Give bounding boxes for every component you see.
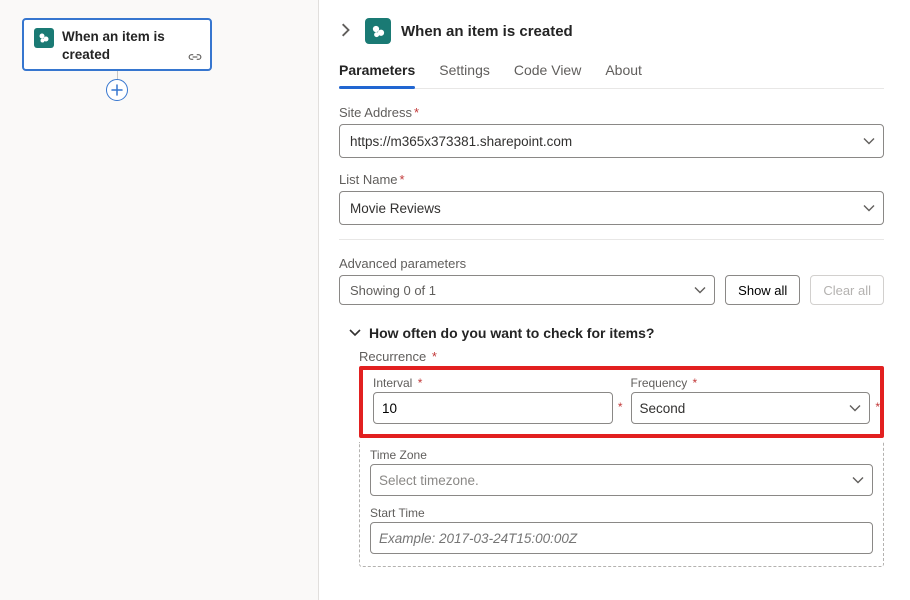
interval-input[interactable] [373,392,613,424]
tab-parameters[interactable]: Parameters [339,62,415,88]
advanced-label: Advanced parameters [339,256,884,271]
show-all-button[interactable]: Show all [725,275,800,305]
tab-about[interactable]: About [605,62,642,88]
advanced-params-select[interactable]: Showing 0 of 1 [339,275,715,305]
list-name-select[interactable]: Movie Reviews [339,191,884,225]
trigger-card[interactable]: When an item is created [22,18,212,71]
site-address-select[interactable]: https://m365x373381.sharepoint.com [339,124,884,158]
panel-title: When an item is created [401,23,573,40]
frequency-select[interactable]: Second [631,392,871,424]
list-name-label: List Name* [339,172,884,187]
frequency-value: Second [640,401,686,416]
panel-tabs: Parameters Settings Code View About [339,62,884,89]
link-icon [188,50,202,65]
add-step-button[interactable] [106,79,128,101]
chevron-down-icon [694,283,706,298]
site-address-label: Site Address* [339,105,884,120]
chevron-down-icon [863,201,875,216]
chevron-down-icon [863,134,875,149]
starttime-label: Start Time [370,506,873,520]
recurrence-label: Recurrence * [359,349,884,364]
sharepoint-icon [365,18,391,44]
frequency-label: Frequency * [631,376,871,390]
clear-all-button: Clear all [810,275,884,305]
tab-code-view[interactable]: Code View [514,62,581,88]
interval-label: Interval * [373,376,613,390]
properties-panel: When an item is created Parameters Setti… [318,0,910,600]
chevron-right-icon [339,23,351,37]
interval-frequency-highlight: Interval * Frequency * Second [359,366,884,438]
flow-canvas: When an item is created [0,0,318,600]
timezone-label: Time Zone [370,448,873,462]
chevron-down-icon [349,329,361,337]
list-name-value: Movie Reviews [350,201,441,216]
sharepoint-icon [34,28,54,48]
chevron-down-icon [852,473,864,488]
timezone-placeholder: Select timezone. [379,473,479,488]
chevron-down-icon [849,401,861,416]
recurrence-section-toggle[interactable]: How often do you want to check for items… [349,325,884,341]
site-address-value: https://m365x373381.sharepoint.com [350,134,572,149]
starttime-input[interactable] [370,522,873,554]
panel-collapse-button[interactable] [339,21,355,42]
timezone-select[interactable]: Select timezone. [370,464,873,496]
trigger-card-title: When an item is created [62,28,200,63]
tab-settings[interactable]: Settings [439,62,490,88]
section-title: How often do you want to check for items… [369,325,654,341]
